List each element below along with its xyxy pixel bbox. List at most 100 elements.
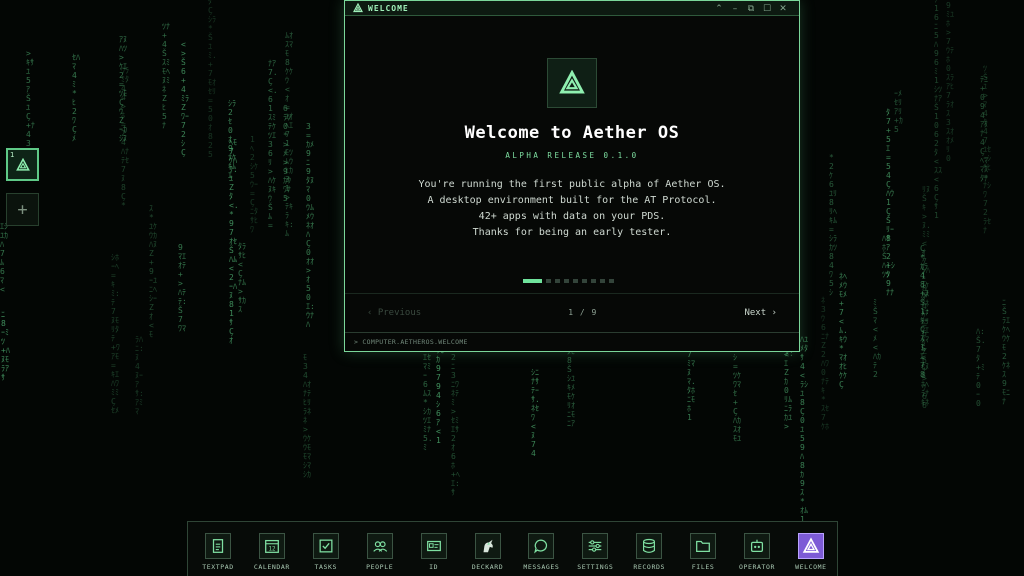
window-titlebar[interactable]: WELCOME ⌃ – ⧉ ☐ ✕	[345, 1, 799, 16]
dock-label: DECKARD	[471, 563, 504, 571]
previous-button[interactable]: ‹ Previous	[367, 308, 421, 318]
minimize-icon[interactable]: –	[727, 4, 743, 14]
matrix-rain-column: ｾﾊﾏ4ﾐ*ﾋ2ﾜÇﾒ	[72, 53, 80, 143]
matrix-rain-column: 3=ｶﾒ9ﾆ9ﾀﾇﾏ0ｳﾑﾒｳﾈｵﾊÇ0ｵｵ>ｵ50ｴ:ｳﾅﾊ	[306, 122, 315, 329]
database-icon	[636, 533, 663, 559]
matrix-rain-column: ｼﾎｰﾍ=ｷﾐ:ﾃ7ﾇﾓﾘﾀﾃ+ﾜｱﾓ=ｷｴﾊﾜﾐﾐÇｾﾒ	[111, 253, 120, 415]
dock-label: SETTINGS	[577, 563, 614, 571]
matrix-rain-column: ｴｼﾕｶﾊ7ﾑ6ﾏ<	[0, 222, 8, 294]
status-bar: > COMPUTER.AETHEROS.WELCOME	[345, 332, 799, 351]
dock-item-welcome[interactable]: WELCOME	[783, 522, 839, 576]
id-card-icon	[420, 533, 447, 559]
dock-item-settings[interactable]: SETTINGS	[567, 522, 623, 576]
matrix-rain-column: ﾗﾊﾆ:ﾇ4ﾇｰｱｻ:ｱﾐﾏ	[135, 335, 144, 416]
page-dot[interactable]	[546, 279, 551, 283]
people-icon	[366, 533, 393, 559]
body-line: You're running the first public alpha of…	[418, 179, 726, 190]
unicorn-icon	[474, 533, 501, 559]
page-dot[interactable]	[609, 279, 614, 283]
dock-item-messages[interactable]: MESSAGES	[513, 522, 569, 576]
dock-label: PEOPLE	[366, 563, 394, 571]
calendar-icon: 12	[258, 533, 285, 559]
dock-label: MESSAGES	[523, 563, 560, 571]
dock-label: FILES	[691, 563, 715, 571]
matrix-rain-column: ｳﾆﾗﾘｴｾﾏﾐｰ6ﾑｽ*ｼｶﾂｴﾐﾅ5.ﾐ	[423, 335, 433, 452]
page-counter: 1 / 9	[568, 308, 598, 317]
chat-bubble-icon	[528, 533, 555, 559]
matrix-rain-column: ﾓ34ﾊｵﾅﾃﾋﾘﾗﾈﾈ>ｳｹｳﾓﾓﾏｼﾏｼｶ	[303, 353, 311, 479]
page-dot[interactable]	[564, 279, 569, 283]
matrix-rain-column: 7ﾐﾏﾇﾏ.ﾀﾎﾆﾓﾎ1	[687, 350, 696, 422]
welcome-content: Welcome to Aether OS ALPHA RELEASE 0.1.0…	[345, 17, 799, 293]
matrix-rain-column: ﾊ:Š.7ﾀ+ﾐﾃ0ｰ0	[976, 327, 986, 408]
page-dot[interactable]	[573, 279, 578, 283]
matrix-rain-column: ｹ16ﾆ5ﾊ96ﾐ1ｼﾂﾅｱŠ1062ﾀ<ｽｽ<6Çｻ1	[934, 0, 942, 220]
window-controls: ⌃ – ⧉ ☐ ✕	[711, 1, 791, 16]
matrix-rain-column: ﾆ8ｰﾐﾂ+ﾊﾇﾓﾗｱｻ	[1, 310, 10, 382]
matrix-rain-column: *2ｹ6ﾕﾘ8ﾘﾍｷﾑ=ｼﾗｶﾂ84ﾜ5ｼ	[829, 153, 837, 297]
sliders-icon	[582, 533, 609, 559]
dock-item-calendar[interactable]: 12 CALENDAR	[244, 522, 300, 576]
matrix-rain-column: ﾈ3ｳ6ﾆﾅZ2ﾊﾜ0ﾅﾃｷ*ｽｾ7ｹﾎ	[821, 296, 829, 431]
app-dock: TEXTPAD 12 CALENDAR TASKS PEOPLE ID DECKARD MES…	[187, 521, 838, 576]
page-dot[interactable]	[582, 279, 587, 283]
welcome-window: WELCOME ⌃ – ⧉ ☐ ✕ Welcome to Aether OS A…	[344, 0, 800, 352]
dock-label: CALENDAR	[253, 563, 290, 571]
matrix-rain-column: 1ﾍ2ｼｹ5ｳｰ=Çﾆﾀｻﾋﾜ	[250, 135, 258, 234]
aether-logo-icon	[797, 533, 824, 559]
matrix-rain-column: ﾀ7+5ｴ=54Çﾊｳ1ÇŠﾘｰ8ｱ2+ｼﾂ9ﾅﾅ	[886, 108, 895, 297]
add-workspace-button[interactable]: +	[6, 193, 39, 226]
plus-icon: +	[17, 199, 28, 220]
body-line: A desktop environment built for the AT P…	[427, 195, 717, 206]
matrix-rain-column: 6ﾗﾂ0*>ﾒ>9ｶｳﾜﾅ5	[283, 104, 291, 203]
body-line: 42+ apps with data on your PDS.	[478, 211, 666, 222]
page-dot[interactable]	[555, 279, 560, 283]
matrix-rain-column: ﾂŠﾕ>ﾏ4ﾀ47ﾕｾｰｼｻﾋ=ﾅｼﾜ72ﾗｾﾅ	[983, 64, 991, 235]
pager-nav: ‹ Previous 1 / 9 Next ›	[345, 293, 799, 331]
matrix-rain-column: ﾜÇ1ﾕｹｶﾅｱﾈﾇﾅﾒﾘﾏｴﾀﾏŠ<ｾﾇ8ﾎﾍﾗﾅｷﾈ	[921, 254, 929, 407]
page-dot[interactable]	[523, 279, 542, 283]
document-icon	[205, 533, 231, 559]
matrix-rain-column: ﾅｱ7.Ç<.61ｽﾐﾃｹﾂｴ36ﾘ>ﾊｹﾇｷｳŠﾑ=	[268, 59, 278, 230]
aether-logo-icon	[15, 157, 30, 171]
matrix-rain-column: ﾂﾅ+4ŠｽﾐﾓﾍﾇﾐﾈZﾋ5ﾅ	[162, 22, 170, 130]
welcome-heading: Welcome to Aether OS	[464, 123, 680, 143]
dock-item-tasks[interactable]: TASKS	[298, 522, 354, 576]
dock-label: ID	[429, 563, 439, 571]
release-label: ALPHA RELEASE 0.1.0	[505, 151, 639, 160]
matrix-rain-column: ｽ*ﾕｹｳｶﾊﾇZ+9ｰﾕﾆﾍｼｰZｵ<ﾓ	[149, 204, 157, 339]
page-dot[interactable]	[600, 279, 605, 283]
window-title: WELCOME	[368, 3, 409, 13]
maximize-icon[interactable]: ☐	[759, 4, 775, 14]
dock-label: TASKS	[314, 563, 338, 571]
popout-icon[interactable]: ⧉	[743, 4, 759, 14]
dock-item-people[interactable]: PEOPLE	[352, 522, 408, 576]
dock-label: RECORDS	[633, 563, 665, 571]
dock-item-files[interactable]: FILES	[675, 522, 731, 576]
aether-logo-icon	[559, 70, 585, 94]
matrix-rain-column: Çｻﾅﾊ9ﾐﾕﾎ>7ｳﾃﾎ0ｽﾗｱﾋ7ﾗｵｽ3ｽｵｵﾒﾘ0	[946, 0, 954, 163]
dock-item-operator[interactable]: OPERATOR	[729, 522, 785, 576]
page-dot[interactable]	[591, 279, 596, 283]
matrix-rain-column: ﾊﾕﾒﾀｻ4<ﾗｼﾕ8Ç0ﾕ59ﾊ8ｶ9ｽ*ｵﾑ1	[800, 335, 808, 524]
dock-item-deckard[interactable]: DECKARD	[460, 522, 516, 576]
dock-item-records[interactable]: RECORDS	[621, 522, 677, 576]
dock-label: WELCOME	[795, 563, 827, 571]
chevron-up-icon[interactable]: ⌃	[711, 4, 727, 14]
workspace-1-button[interactable]: 1	[6, 148, 39, 181]
matrix-rain-column: ｼﾆﾅｻﾃｰｻ.ﾈｾﾜ<ﾇ74	[531, 368, 540, 458]
dock-item-textpad[interactable]: TEXTPAD	[190, 522, 246, 576]
next-button[interactable]: Next ›	[744, 308, 777, 318]
body-line: Thanks for being an early tester.	[472, 227, 672, 238]
page-indicator	[523, 279, 614, 284]
folder-icon	[690, 533, 717, 559]
status-path: > COMPUTER.AETHEROS.WELCOME	[354, 338, 468, 346]
matrix-rain-column: ｼﾗ2ｾ0ｵ9ﾅｹｷﾑｴ	[228, 99, 236, 180]
matrix-rain-column: ﾈﾍﾒｳﾓﾒ+7<ﾑ.ｷｳ*ﾏｵｵﾋｹｹÇ	[839, 272, 848, 389]
robot-icon	[744, 533, 770, 559]
matrix-rain-column: ﾈﾂｼ=ﾂｹﾜﾏｾ+Çﾊｶｽｵﾓﾕ	[733, 344, 741, 443]
aether-logo-icon	[353, 3, 363, 13]
close-icon[interactable]: ✕	[775, 4, 791, 14]
dock-item-id[interactable]: ID	[406, 522, 462, 576]
matrix-rain-column: ｻｾｶ9794ｼ6ｱ<1	[436, 346, 444, 445]
